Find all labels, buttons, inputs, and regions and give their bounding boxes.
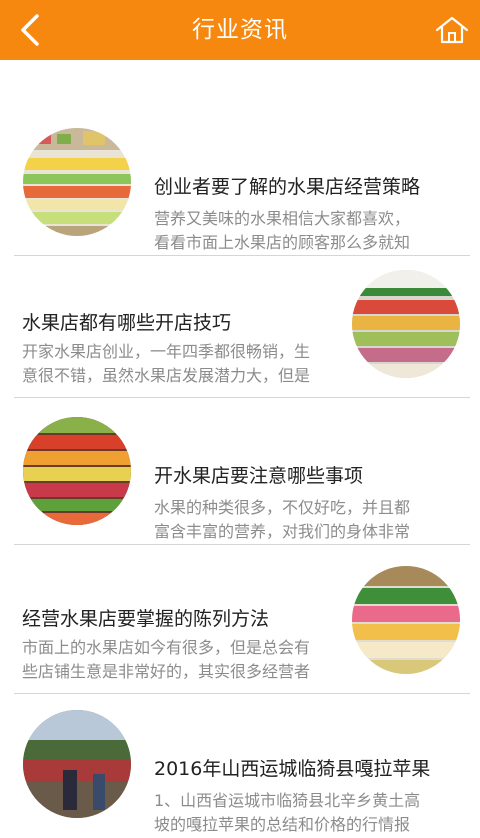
article-title: 开水果店要注意哪些事项 [154, 465, 364, 487]
article-thumbnail [352, 566, 460, 674]
article-summary: 1、山西省运城市临猗县北辛乡黄土高 坡的嘎拉苹果的总结和价格的行情报 [154, 789, 454, 837]
article-thumbnail [23, 128, 131, 236]
article-summary: 水果的种类很多，不仅好吃，并且都 富含丰富的营养，对我们的身体非常 [154, 496, 454, 544]
summary-line: 市面上的水果店如今有很多，但是总会有 [22, 638, 311, 657]
list-item[interactable]: 开水果店要注意哪些事项 水果的种类很多，不仅好吃，并且都 富含丰富的营养，对我们… [0, 397, 480, 545]
summary-line: 1、山西省运城市临猗县北辛乡黄土高 [154, 791, 421, 810]
article-thumbnail [23, 417, 131, 525]
summary-line: 水果的种类很多，不仅好吃，并且都 [154, 498, 411, 517]
summary-line: 开家水果店创业，一年四季都很畅销，生 [22, 342, 311, 361]
list-item[interactable]: 2016年山西运城临猗县嘎拉苹果 1、山西省运城市临猗县北辛乡黄土高 坡的嘎拉苹… [0, 690, 480, 838]
article-summary: 开家水果店创业，一年四季都很畅销，生 意很不错，虽然水果店发展潜力大，但是 [22, 340, 348, 388]
divider [14, 544, 470, 545]
article-title: 创业者要了解的水果店经营策略 [154, 176, 421, 198]
article-thumbnail [352, 270, 460, 378]
home-icon [435, 16, 469, 44]
article-title: 2016年山西运城临猗县嘎拉苹果 [154, 758, 431, 780]
summary-line: 些店铺生意是非常好的，其实很多经营者 [22, 662, 311, 681]
article-summary: 营养又美味的水果相信大家都喜欢， 看看市面上水果店的顾客那么多就知 [154, 207, 454, 255]
list-item[interactable]: 创业者要了解的水果店经营策略 营养又美味的水果相信大家都喜欢， 看看市面上水果店… [0, 108, 480, 256]
article-list: 创业者要了解的水果店经营策略 营养又美味的水果相信大家都喜欢， 看看市面上水果店… [0, 60, 480, 834]
list-item[interactable]: 水果店都有哪些开店技巧 开家水果店创业，一年四季都很畅销，生 意很不错，虽然水果… [0, 250, 480, 398]
article-thumbnail [23, 710, 131, 818]
article-title: 水果店都有哪些开店技巧 [22, 312, 232, 334]
summary-line: 营养又美味的水果相信大家都喜欢， [154, 209, 411, 228]
top-bar: 行业资讯 [0, 0, 480, 60]
article-summary: 市面上的水果店如今有很多，但是总会有 些店铺生意是非常好的，其实很多经营者 [22, 636, 348, 684]
summary-line: 坡的嘎拉苹果的总结和价格的行情报 [154, 815, 411, 834]
home-button[interactable] [430, 8, 474, 52]
page-title: 行业资讯 [192, 17, 288, 43]
article-title: 经营水果店要掌握的陈列方法 [22, 608, 270, 630]
summary-line: 意很不错，虽然水果店发展潜力大，但是 [22, 366, 311, 385]
list-item[interactable]: 经营水果店要掌握的陈列方法 市面上的水果店如今有很多，但是总会有 些店铺生意是非… [0, 546, 480, 694]
summary-line: 富含丰富的营养，对我们的身体非常 [154, 522, 411, 541]
